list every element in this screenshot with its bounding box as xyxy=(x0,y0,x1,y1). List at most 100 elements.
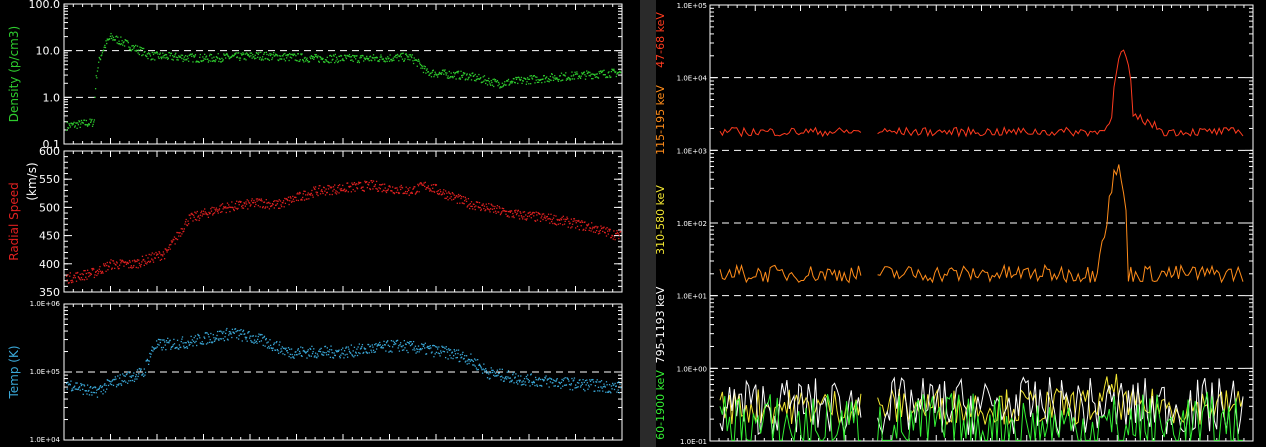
data-point xyxy=(287,53,290,56)
data-point xyxy=(317,355,319,357)
data-point xyxy=(332,190,334,192)
data-point xyxy=(543,74,545,77)
data-point xyxy=(191,55,193,57)
data-point xyxy=(285,347,287,349)
data-point xyxy=(579,77,582,79)
data-point xyxy=(417,345,420,347)
data-point xyxy=(171,241,173,244)
data-point xyxy=(454,196,457,199)
data-point xyxy=(526,377,528,380)
data-point xyxy=(558,219,561,221)
data-point xyxy=(494,210,497,212)
data-point xyxy=(496,375,498,377)
data-point xyxy=(174,54,176,56)
data-point xyxy=(180,340,182,343)
data-point xyxy=(256,200,258,202)
data-point xyxy=(547,78,550,80)
data-point xyxy=(563,384,566,386)
data-point xyxy=(114,39,116,41)
data-point xyxy=(93,119,96,121)
data-point xyxy=(290,53,292,56)
data-point xyxy=(247,53,250,56)
data-point xyxy=(472,208,474,210)
data-point xyxy=(138,49,140,51)
data-point xyxy=(338,184,341,186)
data-point xyxy=(327,350,329,352)
data-point xyxy=(517,82,519,85)
data-point xyxy=(210,210,213,212)
data-point xyxy=(360,56,362,59)
data-point xyxy=(320,347,322,350)
data-point xyxy=(361,189,364,191)
data-point xyxy=(77,271,79,274)
data-point xyxy=(566,216,568,218)
data-point xyxy=(457,349,460,351)
data-point xyxy=(317,55,319,57)
data-point xyxy=(586,70,588,72)
data-point xyxy=(332,186,335,188)
data-point xyxy=(405,186,407,188)
data-point xyxy=(245,336,248,339)
data-point xyxy=(459,354,462,356)
data-point xyxy=(190,53,192,56)
data-point xyxy=(607,230,609,232)
data-point xyxy=(619,70,621,73)
data-point xyxy=(483,205,486,207)
data-point xyxy=(425,69,428,71)
data-point xyxy=(472,364,474,366)
data-point xyxy=(602,70,604,72)
data-point xyxy=(361,345,363,348)
data-point xyxy=(599,72,601,75)
data-point xyxy=(272,203,274,206)
data-point xyxy=(550,378,553,380)
data-point xyxy=(204,211,206,213)
data-point xyxy=(411,54,414,56)
data-point xyxy=(343,357,345,359)
data-point xyxy=(131,260,134,262)
data-point xyxy=(168,244,171,246)
data-point xyxy=(581,381,583,384)
data-point xyxy=(597,233,600,235)
data-point xyxy=(570,227,572,229)
data-point xyxy=(237,201,240,203)
data-point xyxy=(483,369,486,371)
data-point xyxy=(168,246,170,249)
data-point xyxy=(166,341,168,344)
data-point xyxy=(137,267,139,269)
data-point xyxy=(173,239,175,241)
left-plot-stack: 0.11.010.0100.0Density (p/cm3)3504004505… xyxy=(7,0,623,444)
data-point xyxy=(287,196,290,198)
data-point xyxy=(475,205,477,207)
data-point xyxy=(536,81,539,84)
data-point xyxy=(149,53,151,55)
data-point xyxy=(547,218,549,220)
data-point xyxy=(203,58,205,60)
data-point xyxy=(513,216,515,219)
data-point xyxy=(139,49,142,51)
data-point xyxy=(512,372,515,374)
data-point xyxy=(282,55,284,57)
data-point xyxy=(328,62,330,64)
data-point xyxy=(133,372,135,374)
data-point xyxy=(542,213,545,215)
data-point xyxy=(549,75,552,78)
data-point xyxy=(368,181,370,184)
data-point xyxy=(549,222,551,224)
data-point xyxy=(499,213,502,216)
data-point xyxy=(588,229,590,232)
data-point xyxy=(115,386,118,388)
data-point xyxy=(489,83,491,85)
data-point xyxy=(74,125,76,127)
data-point xyxy=(576,71,578,73)
data-point xyxy=(119,259,121,261)
data-point xyxy=(202,213,204,215)
data-point xyxy=(459,77,461,79)
data-point xyxy=(466,73,468,75)
data-point xyxy=(341,189,343,192)
data-point xyxy=(536,76,538,78)
data-point xyxy=(164,344,166,346)
data-point xyxy=(356,61,359,64)
data-point xyxy=(144,371,147,374)
data-point xyxy=(105,270,107,272)
data-point xyxy=(501,368,503,371)
